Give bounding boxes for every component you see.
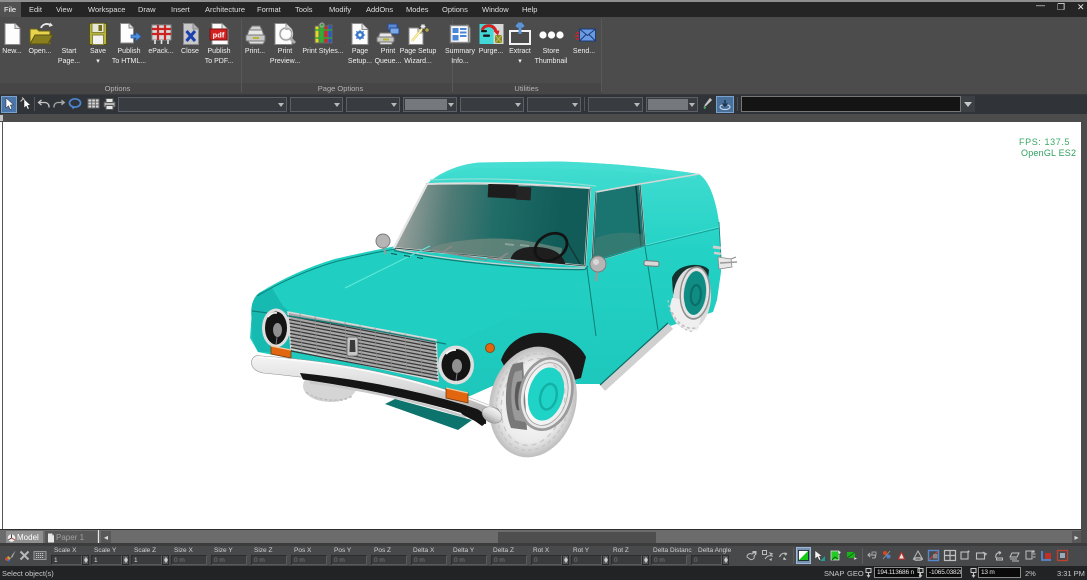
svg-text:pdf: pdf bbox=[213, 31, 225, 40]
